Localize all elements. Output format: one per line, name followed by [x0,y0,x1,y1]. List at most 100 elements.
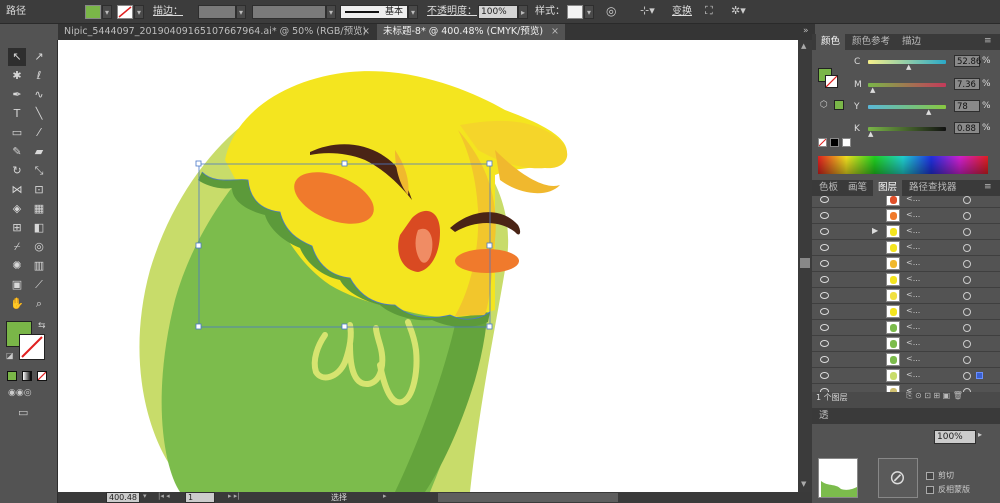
cyan-slider-thumb[interactable]: ▲ [906,63,911,71]
visibility-eye-icon[interactable] [820,324,829,331]
target-circle-icon[interactable] [963,244,971,252]
layer-row[interactable]: <... [812,256,1000,272]
stroke-swatch[interactable] [117,5,133,19]
next-artboard-icon[interactable]: ▸ ▸| [228,492,240,500]
tab-stroke[interactable]: 描边 [897,34,926,50]
none-mode-icon[interactable] [37,371,47,381]
brush-profile-field[interactable]: 基本 [340,5,408,19]
hand-tool-icon[interactable]: ✋ [8,295,26,313]
visibility-eye-icon[interactable] [820,340,829,347]
invert-mask-checkbox[interactable] [926,486,934,494]
stroke-weight-dropdown[interactable]: ▾ [236,5,246,19]
status-menu-icon[interactable]: ▸ [383,492,387,500]
yellow-slider-thumb[interactable]: ▲ [926,108,931,116]
tab-pathfinder[interactable]: 路径查找器 [904,180,962,196]
close-icon[interactable]: × [362,24,370,40]
visibility-eye-icon[interactable] [820,196,829,203]
visibility-eye-icon[interactable] [820,212,829,219]
target-circle-icon[interactable] [963,212,971,220]
out-of-gamut-icon[interactable]: ⬡ [820,100,828,110]
target-circle-icon[interactable] [963,324,971,332]
visibility-eye-icon[interactable] [820,244,829,251]
clip-checkbox[interactable] [926,472,934,480]
eraser-tool-icon[interactable]: ▰ [30,143,48,161]
layer-row[interactable]: <... [812,368,1000,384]
magic-wand-tool-icon[interactable]: ✱ [8,67,26,85]
transform-link[interactable]: 变换 [672,5,692,19]
color-stroke-box[interactable] [825,75,838,88]
graphic-style-dropdown[interactable]: ▾ [584,5,594,19]
opacity-dropdown-icon[interactable]: ▸ [978,430,982,439]
target-circle-icon[interactable] [963,196,971,204]
rectangle-tool-icon[interactable]: ▭ [8,124,26,142]
yellow-value-field[interactable]: 78 [954,100,980,112]
screen-mode-icon[interactable]: ▭ [18,406,28,419]
default-colors-icon[interactable]: ◪ [6,351,14,360]
tab-swatches[interactable]: 色板 [814,180,843,196]
stroke-weight-field[interactable] [198,5,236,19]
visibility-eye-icon[interactable] [820,260,829,267]
white-swatch[interactable] [842,138,851,147]
variable-width-field[interactable] [252,5,326,19]
black-slider[interactable] [868,127,946,131]
layer-row[interactable]: <... [812,240,1000,256]
blend-tool-icon[interactable]: ◎ [30,238,48,256]
panel-menu-icon[interactable]: ≡ [984,182,992,192]
mask-thumbnail[interactable]: ⊘ [878,458,918,498]
slice-tool-icon[interactable]: ⟋ [30,276,48,294]
type-tool-icon[interactable]: T [8,105,26,123]
paintbrush-tool-icon[interactable]: ⁄ [30,124,48,142]
eyedropper-tool-icon[interactable]: ⌿ [8,238,26,256]
perspective-grid-tool-icon[interactable]: ▦ [30,200,48,218]
scale-tool-icon[interactable]: ⤡ [30,162,48,180]
zoom-tool-icon[interactable]: ⌕ [30,295,48,313]
target-circle-icon[interactable] [963,372,971,380]
recolor-icon[interactable]: ◎ [606,4,616,18]
stroke-dropdown[interactable]: ▾ [134,5,144,19]
zoom-dropdown-icon[interactable]: ▾ [143,492,147,500]
none-swatch[interactable] [818,138,827,147]
visibility-eye-icon[interactable] [820,356,829,363]
opacity-link[interactable]: 不透明度： [427,5,477,19]
pen-tool-icon[interactable]: ✒ [8,86,26,104]
selection-indicator[interactable] [976,372,983,379]
target-circle-icon[interactable] [963,356,971,364]
opacity-field[interactable]: 100% [478,5,518,19]
black-swatch[interactable] [830,138,839,147]
gradient-mode-icon[interactable] [22,371,32,381]
settings-icon[interactable]: ✲▾ [731,4,746,17]
target-circle-icon[interactable] [963,308,971,316]
graphic-style-swatch[interactable] [567,5,583,19]
magenta-slider[interactable] [868,83,946,87]
symbol-sprayer-tool-icon[interactable]: ✺ [8,257,26,275]
color-mode-icon[interactable] [7,371,17,381]
black-value-field[interactable]: 0.88 [954,122,980,134]
layer-row[interactable]: <... [812,304,1000,320]
layer-row[interactable]: <... [812,288,1000,304]
vertical-scrollbar[interactable]: ▲ ▼ [798,40,812,492]
yellow-slider[interactable] [868,105,946,109]
align-icon[interactable]: ⊹▾ [640,4,655,17]
isolate-icon[interactable]: ⛶ [705,4,713,18]
fill-swatch[interactable] [85,5,101,19]
panel-menu-icon[interactable]: ≡ [984,36,992,46]
tab-color-guide[interactable]: 颜色参考 [847,34,895,50]
first-artboard-icon[interactable]: |◂ ◂ [158,492,170,500]
target-circle-icon[interactable] [963,340,971,348]
layer-row[interactable]: <... [812,352,1000,368]
artboard-number-field[interactable]: 1 [185,492,215,503]
visibility-eye-icon[interactable] [820,276,829,283]
curvature-tool-icon[interactable]: ∿ [30,86,48,104]
draw-mode-icon[interactable]: ◉◉◎ [8,388,32,398]
tab-layers[interactable]: 图层 [873,180,903,196]
tab-brushes[interactable]: 画笔 [843,180,872,196]
rotate-tool-icon[interactable]: ↻ [8,162,26,180]
fill-dropdown[interactable]: ▾ [102,5,112,19]
line-tool-icon[interactable]: ╲ [30,105,48,123]
visibility-eye-icon[interactable] [820,372,829,379]
layer-row[interactable]: <... [812,196,1000,208]
column-graph-tool-icon[interactable]: ▥ [30,257,48,275]
visibility-eye-icon[interactable] [820,308,829,315]
tabs-overflow-icon[interactable]: » [803,26,809,36]
target-circle-icon[interactable] [963,228,971,236]
